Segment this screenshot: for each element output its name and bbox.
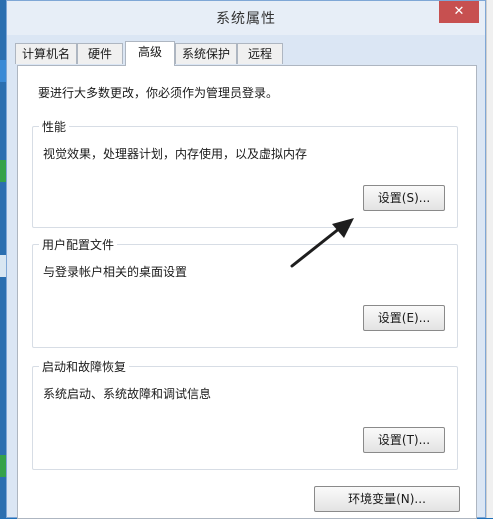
background-window-edge <box>486 0 493 518</box>
system-properties-dialog: 系统属性 ✕ 计算机名 硬件 高级 系统保护 远程 要进行大多数更改，你必须作为… <box>6 0 486 519</box>
tab-computer-name[interactable]: 计算机名 <box>15 43 77 64</box>
startup-recovery-settings-button[interactable]: 设置(T)... <box>363 427 445 453</box>
performance-description: 视觉效果，处理器计划，内存使用，以及虚拟内存 <box>43 147 308 161</box>
annotation-arrow-icon <box>290 218 354 268</box>
tab-remote[interactable]: 远程 <box>237 43 283 64</box>
performance-group-title: 性能 <box>39 118 70 135</box>
performance-settings-button[interactable]: 设置(S)... <box>363 185 445 211</box>
user-profiles-group: 用户配置文件 与登录帐户相关的桌面设置 设置(E)... <box>32 236 458 348</box>
advanced-tab-panel: 要进行大多数更改，你必须作为管理员登录。 性能 视觉效果，处理器计划，内存使用，… <box>17 65 477 519</box>
tab-hardware[interactable]: 硬件 <box>77 43 123 64</box>
window-title: 系统属性 <box>216 11 276 27</box>
tab-advanced[interactable]: 高级 <box>125 41 175 66</box>
title-bar[interactable]: 系统属性 ✕ <box>7 1 485 35</box>
environment-variables-button[interactable]: 环境变量(N)... <box>314 486 460 512</box>
admin-notice: 要进行大多数更改，你必须作为管理员登录。 <box>38 86 279 100</box>
startup-recovery-group: 启动和故障恢复 系统启动、系统故障和调试信息 设置(T)... <box>32 358 458 470</box>
user-profiles-description: 与登录帐户相关的桌面设置 <box>43 265 188 279</box>
performance-group: 性能 视觉效果，处理器计划，内存使用，以及虚拟内存 设置(S)... <box>32 118 458 228</box>
startup-recovery-description: 系统启动、系统故障和调试信息 <box>43 387 212 401</box>
user-profiles-group-title: 用户配置文件 <box>39 236 118 253</box>
startup-recovery-group-title: 启动和故障恢复 <box>39 358 130 375</box>
close-button[interactable]: ✕ <box>439 1 479 23</box>
user-profiles-settings-button[interactable]: 设置(E)... <box>363 305 445 331</box>
tab-system-protection[interactable]: 系统保护 <box>175 43 237 64</box>
